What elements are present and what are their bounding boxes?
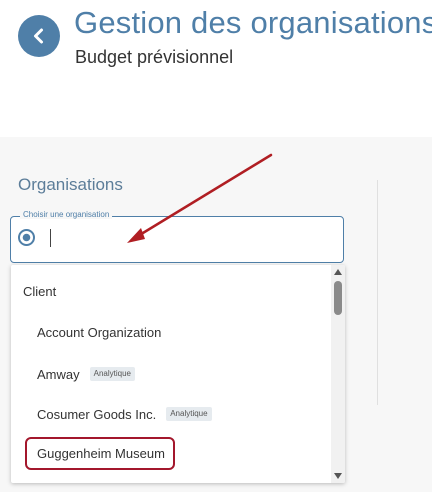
- dropdown-option-amway[interactable]: Amway Analytique: [11, 354, 345, 394]
- dropdown-option-account-organization[interactable]: Account Organization: [11, 312, 345, 352]
- analytique-badge: Analytique: [166, 407, 212, 421]
- page-header: Gestion des organisations Budget prévisi…: [0, 0, 432, 137]
- page-title: Gestion des organisations: [74, 5, 432, 40]
- dropdown-option-guggenheim-museum[interactable]: Guggenheim Museum: [25, 437, 175, 470]
- chevron-left-icon: [34, 28, 43, 44]
- option-label: Amway: [37, 366, 80, 382]
- column-divider: [377, 180, 378, 405]
- field-legend: Choisir une organisation: [20, 210, 113, 219]
- organisation-select-input[interactable]: [10, 216, 344, 263]
- organisation-dropdown[interactable]: Client Account Organization Amway Analyt…: [11, 265, 345, 483]
- option-label: Cosumer Goods Inc.: [37, 406, 157, 422]
- scroll-up-arrow-icon[interactable]: [334, 269, 342, 275]
- page-subtitle: Budget prévisionnel: [75, 47, 234, 67]
- dropdown-option-cosumer-goods[interactable]: Cosumer Goods Inc. Analytique: [11, 394, 345, 434]
- target-icon: [18, 229, 35, 246]
- text-caret: [50, 229, 51, 247]
- dropdown-scrollbar[interactable]: [331, 265, 345, 483]
- analytique-badge: Analytique: [89, 367, 135, 381]
- back-button[interactable]: [18, 15, 60, 57]
- scrollbar-thumb[interactable]: [334, 281, 342, 315]
- scroll-down-arrow-icon[interactable]: [334, 473, 342, 479]
- dropdown-group-label: Client: [23, 283, 57, 299]
- section-title: Organisations: [18, 175, 123, 194]
- option-label: Account Organization: [37, 324, 162, 340]
- option-label: Guggenheim Museum: [37, 446, 165, 461]
